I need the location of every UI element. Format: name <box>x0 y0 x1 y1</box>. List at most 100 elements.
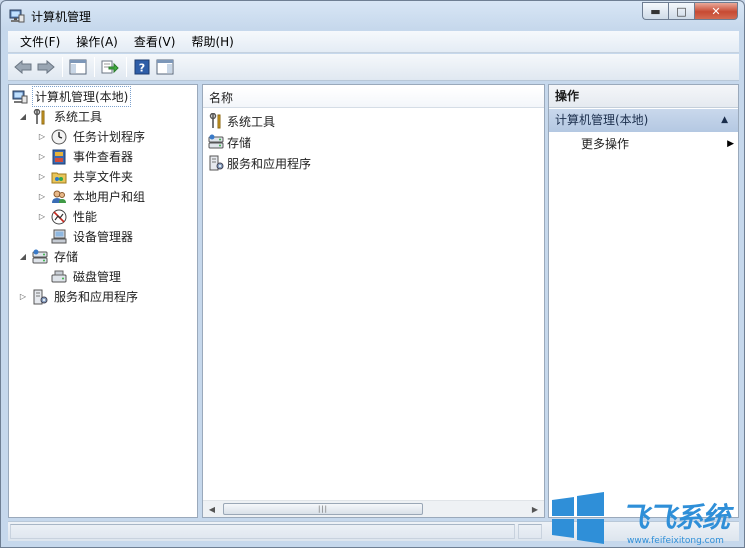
tree-label: 性能 <box>73 210 98 224</box>
collapse-up-icon[interactable]: ▲ <box>721 109 728 132</box>
services-apps-icon <box>32 289 48 305</box>
clock-icon <box>51 129 67 145</box>
tree-item-performance[interactable]: ▷ 性能 <box>37 207 99 226</box>
menu-help[interactable]: 帮助(H) <box>183 31 241 53</box>
list-item[interactable]: 系统工具 <box>208 111 275 131</box>
watermark-url: www.feifeixitong.com <box>627 536 724 546</box>
collapsed-arrow-icon[interactable]: ▷ <box>37 192 47 202</box>
maximize-button[interactable]: □ <box>668 2 694 20</box>
expanded-arrow-icon[interactable]: ◢ <box>18 112 28 122</box>
list-item-label: 系统工具 <box>227 114 276 129</box>
shared-folder-icon <box>51 169 67 185</box>
toolbar-separator <box>126 57 127 77</box>
show-hide-action-pane-button[interactable] <box>154 56 176 78</box>
list-item[interactable]: 服务和应用程序 <box>208 153 311 173</box>
list-item-label: 存储 <box>227 135 252 150</box>
scroll-left-icon[interactable]: ◀ <box>205 503 219 515</box>
content-list-pane[interactable]: 名称 系统工具 存储 服务和应用程序 ◀ ||| ▶ <box>202 84 545 518</box>
tree-item-shared-folders[interactable]: ▷ 共享文件夹 <box>37 167 135 186</box>
tree-item-storage[interactable]: ◢ 存储 <box>18 247 80 266</box>
watermark-brand: 飞飞系统 <box>621 501 730 534</box>
tree-label: 设备管理器 <box>73 230 134 244</box>
tree-item-disk-management[interactable]: 磁盘管理 <box>51 267 123 286</box>
tree-label: 任务计划程序 <box>73 130 146 144</box>
tree-label: 事件查看器 <box>73 150 134 164</box>
menu-action[interactable]: 操作(A) <box>68 31 126 53</box>
expanded-arrow-icon[interactable]: ◢ <box>18 252 28 262</box>
toolbar-separator <box>62 57 63 77</box>
users-icon <box>51 189 67 205</box>
window-title: 计算机管理 <box>31 10 92 24</box>
menu-bar: 文件(F) 操作(A) 查看(V) 帮助(H) <box>8 31 739 53</box>
back-arrow-icon <box>14 60 32 74</box>
show-hide-console-tree-button[interactable] <box>67 56 89 78</box>
actions-pane: 操作 计算机管理(本地) ▲ 更多操作 ▶ <box>548 84 739 518</box>
collapsed-arrow-icon[interactable]: ▷ <box>37 172 47 182</box>
horizontal-scrollbar[interactable]: ◀ ||| ▶ <box>203 500 544 517</box>
help-button[interactable]: ? <box>131 56 153 78</box>
console-tree-pane[interactable]: 计算机管理(本地) ◢ 系统工具 ▷ 任务计划程序 ▷ 事件查看器 ▷ 共享文件… <box>8 84 198 518</box>
actions-section-label: 计算机管理(本地) <box>555 113 649 127</box>
submenu-arrow-icon: ▶ <box>727 139 734 149</box>
collapsed-arrow-icon[interactable]: ▷ <box>18 292 28 302</box>
more-actions-label: 更多操作 <box>581 137 630 151</box>
disk-management-icon <box>51 269 67 285</box>
show-hide-console-tree-icon <box>69 59 87 75</box>
windows-logo-icon <box>552 492 604 544</box>
storage-icon <box>208 134 224 150</box>
tree-label: 服务和应用程序 <box>54 290 139 304</box>
computer-management-window: 计算机管理 ▬ □ ✕ 文件(F) 操作(A) 查看(V) 帮助(H) ? 计算… <box>0 0 745 548</box>
tree-label: 本地用户和组 <box>73 190 146 204</box>
storage-icon <box>32 249 48 265</box>
computer-management-icon <box>12 89 28 105</box>
minimize-button[interactable]: ▬ <box>642 2 668 20</box>
window-controls: ▬ □ ✕ <box>642 2 738 20</box>
services-apps-icon <box>208 155 224 171</box>
help-icon: ? <box>134 59 150 75</box>
list-item[interactable]: 存储 <box>208 132 251 152</box>
toolbar: ? <box>8 54 739 81</box>
collapsed-arrow-icon[interactable]: ▷ <box>37 212 47 222</box>
tree-label: 计算机管理(本地) <box>32 86 132 107</box>
status-cell <box>10 524 515 539</box>
watermark: 飞飞系统 www.feifeixitong.com <box>547 488 745 548</box>
tree-item-device-manager[interactable]: 设备管理器 <box>51 227 135 246</box>
actions-section-computer-management[interactable]: 计算机管理(本地) ▲ <box>549 109 738 132</box>
svg-text:?: ? <box>139 62 145 75</box>
tree-item-local-users[interactable]: ▷ 本地用户和组 <box>37 187 147 206</box>
scroll-right-icon[interactable]: ▶ <box>528 503 542 515</box>
performance-icon <box>51 209 67 225</box>
show-hide-action-pane-icon <box>156 59 174 75</box>
menu-file[interactable]: 文件(F) <box>12 31 68 53</box>
collapsed-arrow-icon[interactable]: ▷ <box>37 132 47 142</box>
export-list-button[interactable] <box>99 56 121 78</box>
close-button[interactable]: ✕ <box>694 2 738 20</box>
more-actions-item[interactable]: 更多操作 ▶ <box>581 134 736 154</box>
tree-item-services-apps[interactable]: ▷ 服务和应用程序 <box>18 287 140 306</box>
column-header-name[interactable]: 名称 <box>203 88 544 108</box>
computer-management-icon <box>9 8 25 24</box>
maximize-icon: □ <box>676 4 687 18</box>
device-manager-icon <box>51 229 67 245</box>
system-tools-icon <box>208 113 224 129</box>
collapsed-arrow-icon[interactable]: ▷ <box>37 152 47 162</box>
tree-label: 磁盘管理 <box>73 270 122 284</box>
status-cell <box>518 524 542 539</box>
forward-arrow-icon <box>37 60 55 74</box>
tree-label: 共享文件夹 <box>73 170 134 184</box>
minimize-icon: ▬ <box>650 4 661 18</box>
title-bar[interactable]: 计算机管理 ▬ □ ✕ <box>1 1 744 31</box>
scrollbar-thumb[interactable]: ||| <box>223 503 423 515</box>
forward-button[interactable] <box>35 56 57 78</box>
back-button[interactable] <box>12 56 34 78</box>
tree-item-root[interactable]: 计算机管理(本地) <box>12 86 132 107</box>
toolbar-separator <box>94 57 95 77</box>
tree-item-event-viewer[interactable]: ▷ 事件查看器 <box>37 147 135 166</box>
tree-item-task-scheduler[interactable]: ▷ 任务计划程序 <box>37 127 147 146</box>
tree-label: 存储 <box>54 250 79 264</box>
export-list-icon <box>101 60 119 74</box>
close-icon: ✕ <box>711 4 721 18</box>
tree-item-system-tools[interactable]: ◢ 系统工具 <box>18 107 104 126</box>
event-viewer-icon <box>51 149 67 165</box>
menu-view[interactable]: 查看(V) <box>126 31 184 53</box>
